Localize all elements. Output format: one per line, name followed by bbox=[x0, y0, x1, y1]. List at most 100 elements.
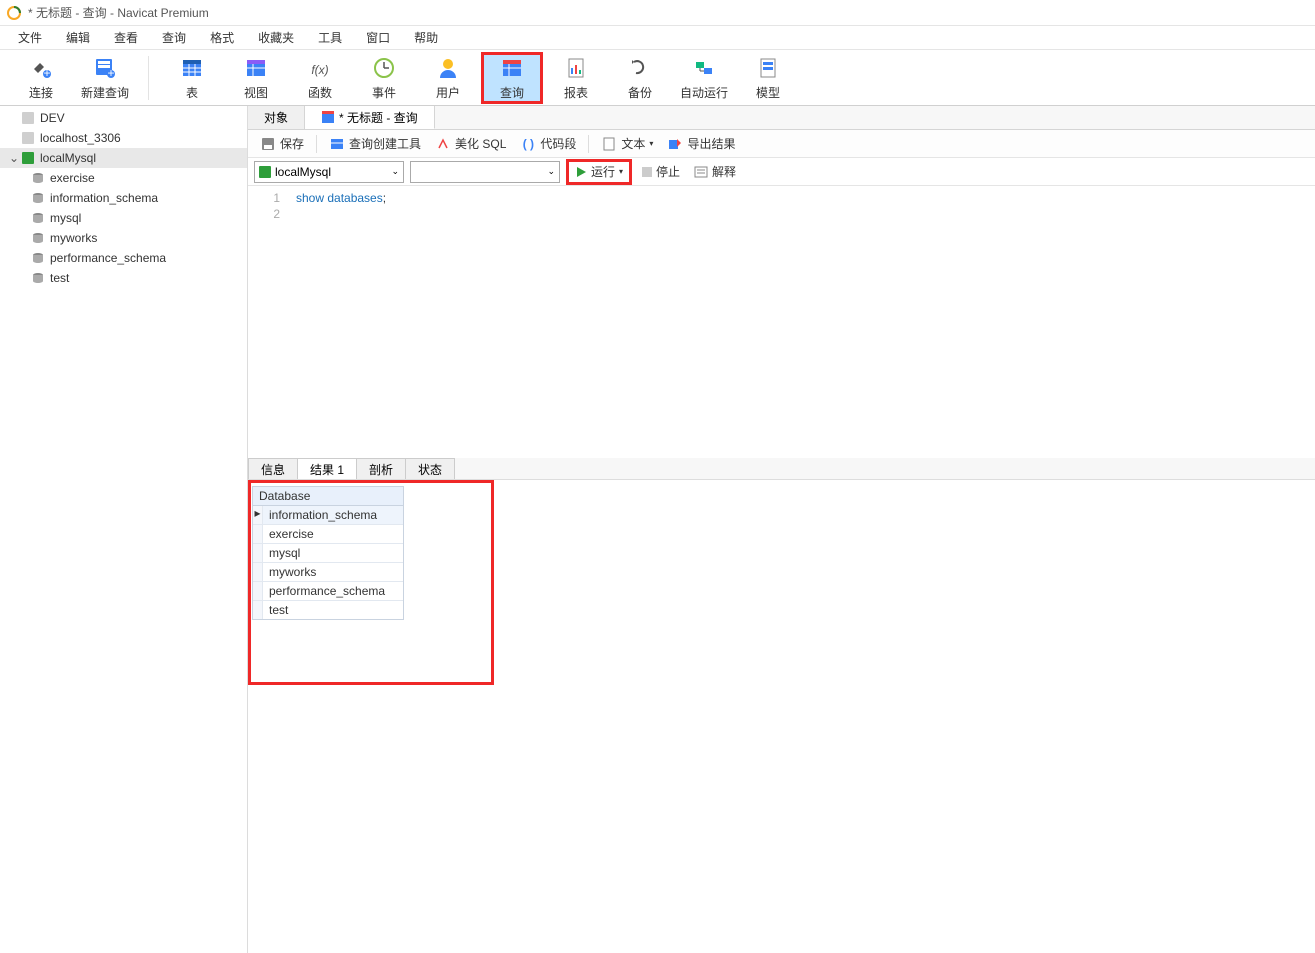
result-tab-info[interactable]: 信息 bbox=[248, 458, 298, 479]
result-row[interactable]: mysql bbox=[253, 544, 403, 563]
user-icon bbox=[434, 54, 462, 82]
result-row[interactable]: myworks bbox=[253, 563, 403, 582]
tree-conn-dev[interactable]: DEV bbox=[0, 108, 247, 128]
menu-file[interactable]: 文件 bbox=[6, 26, 54, 50]
row-marker-icon bbox=[253, 563, 263, 581]
row-marker-icon bbox=[253, 525, 263, 543]
tree-db-performance-schema[interactable]: performance_schema bbox=[0, 248, 247, 268]
tb-user[interactable]: 用户 bbox=[417, 52, 479, 104]
sidebar: DEV localhost_3306 ⌄ localMysql exercise… bbox=[0, 106, 248, 953]
tree-db-information-schema[interactable]: information_schema bbox=[0, 188, 247, 208]
tb-auto-label: 自动运行 bbox=[680, 84, 728, 101]
tb-auto[interactable]: 自动运行 bbox=[673, 52, 735, 104]
result-row[interactable]: exercise bbox=[253, 525, 403, 544]
result-tab-status[interactable]: 状态 bbox=[405, 458, 455, 479]
result-cell: mysql bbox=[263, 544, 403, 562]
result-cell: performance_schema bbox=[263, 582, 403, 600]
run-button[interactable]: 运行 ▾ bbox=[575, 163, 623, 180]
menu-window[interactable]: 窗口 bbox=[354, 26, 402, 50]
explain-button[interactable]: 解释 bbox=[690, 163, 740, 180]
tree-db-myworks[interactable]: myworks bbox=[0, 228, 247, 248]
tree-conn-localmysql[interactable]: ⌄ localMysql bbox=[0, 148, 247, 168]
menu-favorites[interactable]: 收藏夹 bbox=[246, 26, 306, 50]
backup-icon bbox=[626, 54, 654, 82]
database-icon bbox=[30, 270, 46, 286]
result-row[interactable]: ▸information_schema bbox=[253, 506, 403, 525]
menu-format[interactable]: 格式 bbox=[198, 26, 246, 50]
tab-query[interactable]: * 无标题 - 查询 bbox=[305, 106, 435, 129]
connection-select[interactable]: localMysql ⌄ bbox=[254, 161, 404, 183]
tb-backup[interactable]: 备份 bbox=[609, 52, 671, 104]
tb-function[interactable]: f(x) 函数 bbox=[289, 52, 351, 104]
tree-label: mysql bbox=[50, 211, 81, 225]
tb-query[interactable]: 查询 bbox=[481, 52, 543, 104]
result-header[interactable]: Database bbox=[253, 487, 403, 506]
titlebar: * 无标题 - 查询 - Navicat Premium bbox=[0, 0, 1315, 26]
tree-db-test[interactable]: test bbox=[0, 268, 247, 288]
result-cell: test bbox=[263, 601, 403, 619]
result-row[interactable]: test bbox=[253, 601, 403, 619]
snippet-button[interactable]: ( ) 代码段 bbox=[516, 132, 580, 156]
tree-label: test bbox=[50, 271, 69, 285]
sql-editor[interactable]: 1 2 show databases; bbox=[248, 186, 1315, 458]
export-button[interactable]: 导出结果 bbox=[663, 132, 739, 156]
menubar: 文件 编辑 查看 查询 格式 收藏夹 工具 窗口 帮助 bbox=[0, 26, 1315, 50]
database-icon bbox=[30, 170, 46, 186]
clock-icon bbox=[370, 54, 398, 82]
database-icon bbox=[30, 190, 46, 206]
tb-model[interactable]: 模型 bbox=[737, 52, 799, 104]
result-area: Database ▸information_schema exercise my… bbox=[248, 480, 1315, 953]
menu-help[interactable]: 帮助 bbox=[402, 26, 450, 50]
tb-view-label: 视图 bbox=[244, 84, 268, 101]
result-tab-profile[interactable]: 剖析 bbox=[356, 458, 406, 479]
save-label: 保存 bbox=[280, 135, 304, 152]
tb-user-label: 用户 bbox=[436, 84, 460, 101]
table-icon bbox=[178, 54, 206, 82]
chevron-down-icon[interactable]: ⌄ bbox=[8, 151, 20, 165]
result-grid[interactable]: Database ▸information_schema exercise my… bbox=[252, 486, 404, 620]
tb-view[interactable]: 视图 bbox=[225, 52, 287, 104]
stop-button[interactable]: 停止 bbox=[638, 163, 684, 180]
query-builder-button[interactable]: 查询创建工具 bbox=[325, 132, 425, 156]
tb-report[interactable]: 报表 bbox=[545, 52, 607, 104]
tb-newquery[interactable]: + 新建查询 bbox=[74, 52, 136, 104]
tree-db-mysql[interactable]: mysql bbox=[0, 208, 247, 228]
database-icon bbox=[30, 250, 46, 266]
menu-edit[interactable]: 编辑 bbox=[54, 26, 102, 50]
tb-function-label: 函数 bbox=[308, 84, 332, 101]
tree-label: performance_schema bbox=[50, 251, 166, 265]
run-label: 运行 bbox=[591, 163, 615, 180]
database-icon bbox=[30, 210, 46, 226]
database-select[interactable]: ⌄ bbox=[410, 161, 560, 183]
tab-label: 对象 bbox=[264, 109, 288, 126]
report-icon bbox=[562, 54, 590, 82]
line-number: 1 bbox=[248, 190, 280, 206]
result-tab-result1[interactable]: 结果 1 bbox=[297, 458, 357, 479]
menu-query[interactable]: 查询 bbox=[150, 26, 198, 50]
tb-event[interactable]: 事件 bbox=[353, 52, 415, 104]
tabstrip: 对象 * 无标题 - 查询 bbox=[248, 106, 1315, 130]
menu-tools[interactable]: 工具 bbox=[306, 26, 354, 50]
export-icon bbox=[667, 136, 683, 152]
tb-backup-label: 备份 bbox=[628, 84, 652, 101]
beautify-sql-button[interactable]: 美化 SQL bbox=[431, 132, 510, 156]
tree-conn-localhost3306[interactable]: localhost_3306 bbox=[0, 128, 247, 148]
tab-objects[interactable]: 对象 bbox=[248, 106, 305, 129]
menu-view[interactable]: 查看 bbox=[102, 26, 150, 50]
newquery-icon: + bbox=[91, 54, 119, 82]
editor-gutter: 1 2 bbox=[248, 186, 288, 458]
tree-label: myworks bbox=[50, 231, 97, 245]
text-icon bbox=[601, 136, 617, 152]
window-title: * 无标题 - 查询 - Navicat Premium bbox=[28, 4, 209, 21]
result-row[interactable]: performance_schema bbox=[253, 582, 403, 601]
tree-db-exercise[interactable]: exercise bbox=[0, 168, 247, 188]
tb-newquery-label: 新建查询 bbox=[81, 84, 129, 101]
save-button[interactable]: 保存 bbox=[256, 132, 308, 156]
fx-icon: f(x) bbox=[306, 54, 334, 82]
tb-table[interactable]: 表 bbox=[161, 52, 223, 104]
editor-code[interactable]: show databases; bbox=[288, 186, 1315, 458]
svg-text:+: + bbox=[43, 66, 50, 80]
tb-connect[interactable]: + 连接 bbox=[10, 52, 72, 104]
text-button[interactable]: 文本 ▾ bbox=[597, 132, 657, 156]
plug-icon: + bbox=[27, 54, 55, 82]
